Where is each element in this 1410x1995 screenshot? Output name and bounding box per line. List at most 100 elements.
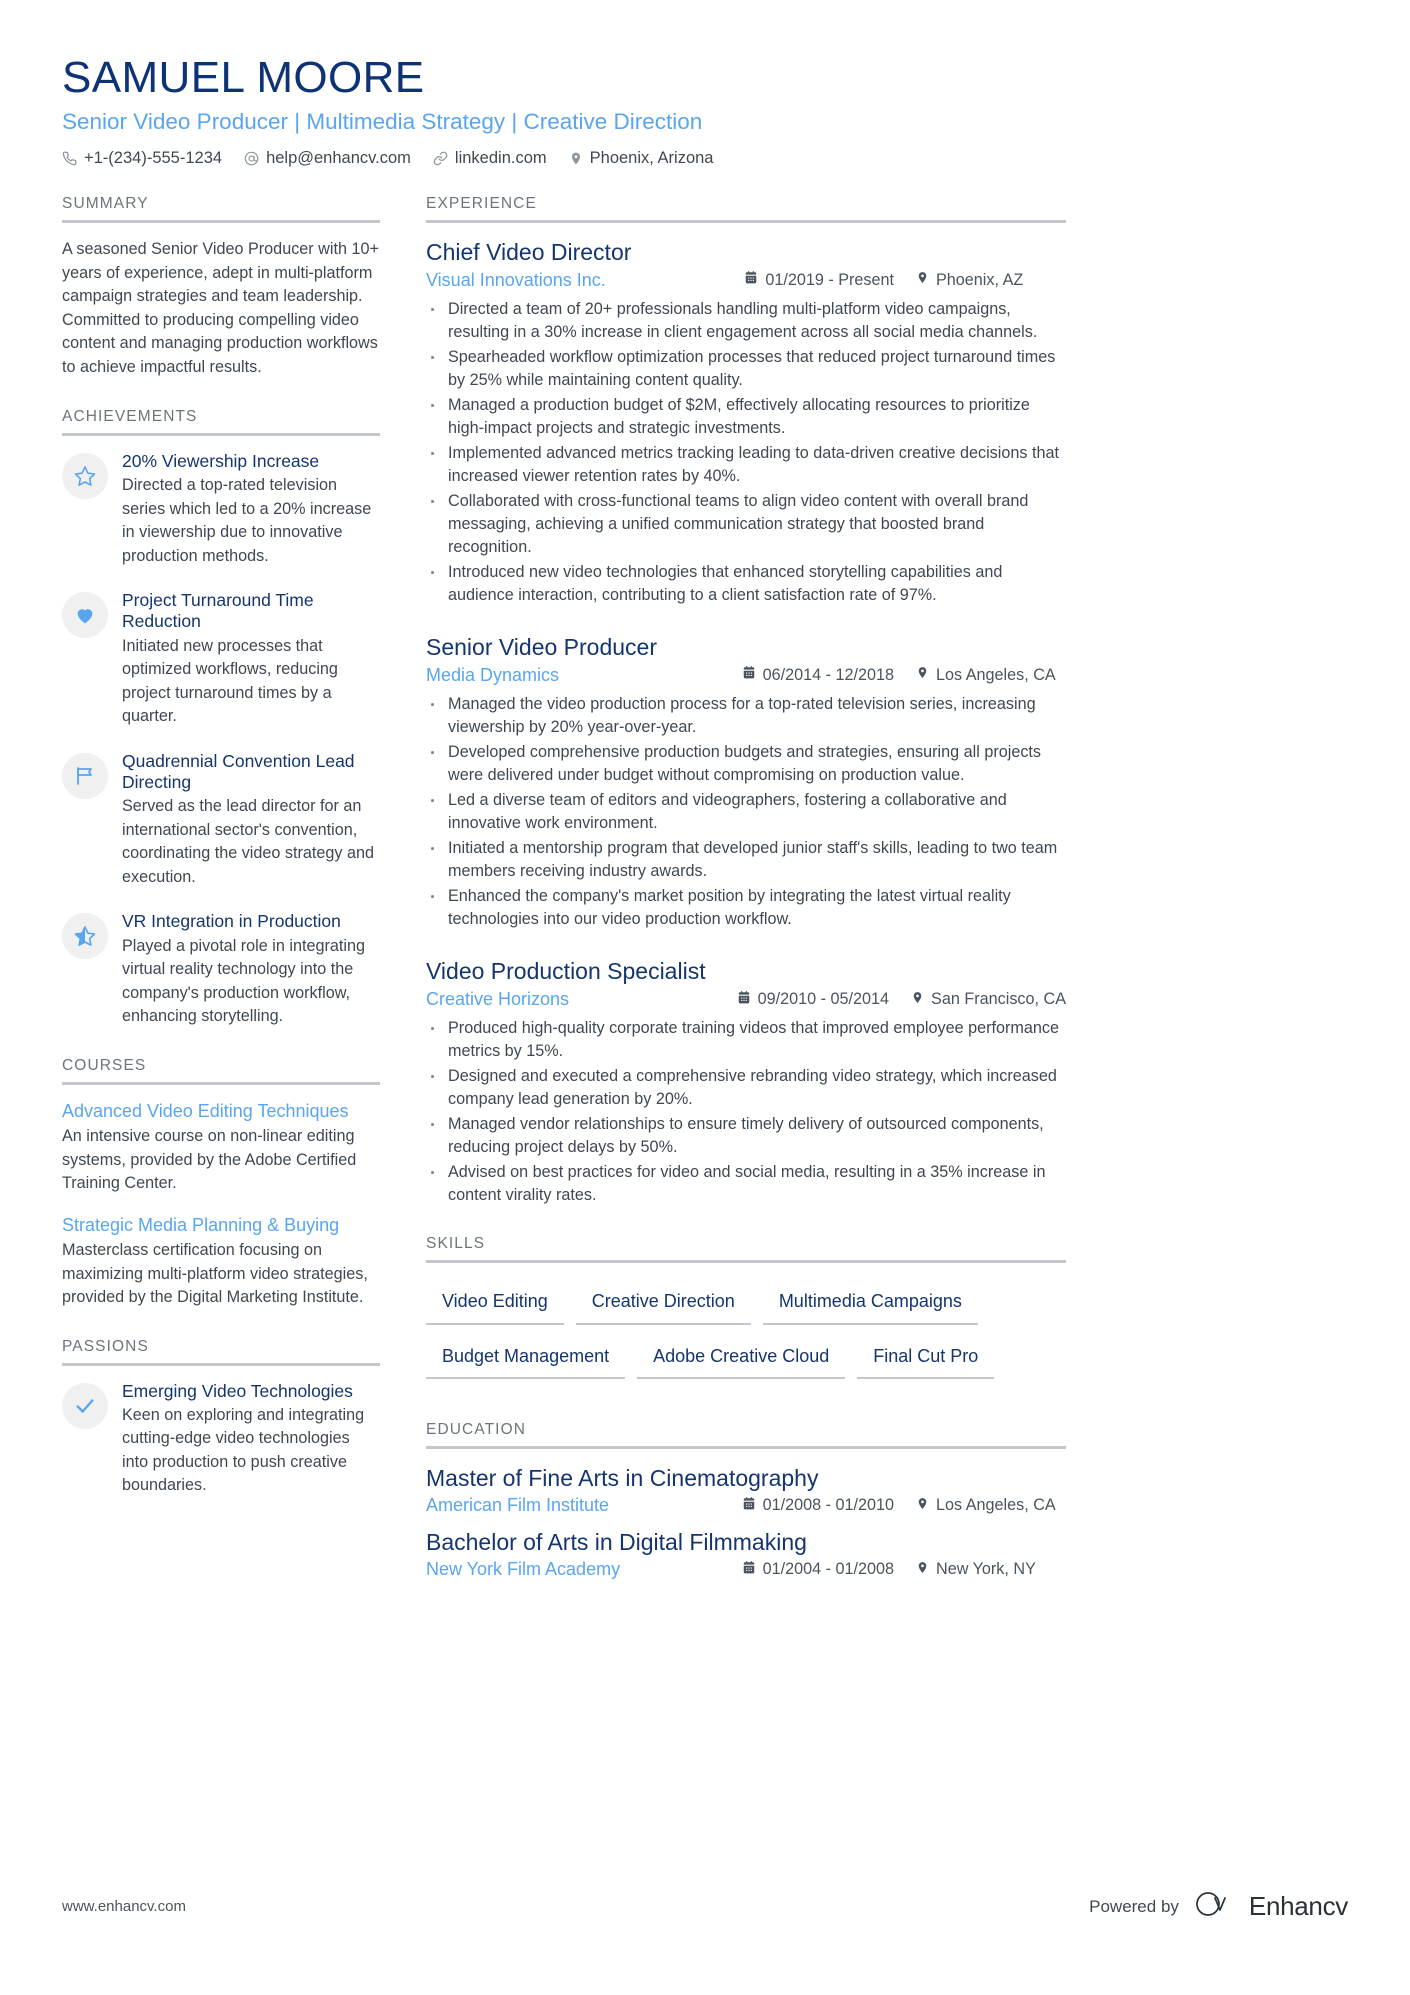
calendar-icon xyxy=(742,1496,756,1516)
experience-meta: Media Dynamics 06/2014 - 12/2018 Los Ang… xyxy=(426,664,1066,687)
achievement-item: Quadrennial Convention Lead Directing Se… xyxy=(62,751,380,890)
section-summary: SUMMARY A seasoned Senior Video Producer… xyxy=(62,195,380,380)
experience-location: Phoenix, AZ xyxy=(916,270,1066,290)
education-item: Bachelor of Arts in Digital Filmmaking N… xyxy=(426,1528,1066,1580)
link-icon xyxy=(433,151,448,166)
section-heading-experience: EXPERIENCE xyxy=(426,195,1066,223)
skill-tag: Budget Management xyxy=(426,1339,626,1380)
achievement-title: Project Turnaround Time Reduction xyxy=(122,590,314,632)
achievement-item: VR Integration in Production Played a pi… xyxy=(62,911,380,1028)
experience-dates-text: 01/2019 - Present xyxy=(765,270,894,289)
education-dates-text: 01/2004 - 01/2008 xyxy=(762,1560,894,1579)
experience-bullet: Enhanced the company's market position b… xyxy=(426,885,1066,931)
course-desc: An intensive course on non-linear editin… xyxy=(62,1127,357,1193)
location-pin-icon xyxy=(916,1560,929,1580)
professional-headline: Senior Video Producer | Multimedia Strat… xyxy=(62,108,703,134)
experience-location-text: Phoenix, AZ xyxy=(936,270,1024,289)
flag-icon xyxy=(62,752,108,799)
experience-item: Chief Video Director Visual Innovations … xyxy=(426,238,1066,607)
education-dates-text: 01/2008 - 01/2010 xyxy=(762,1496,894,1515)
experience-bullet: Initiated a mentorship program that deve… xyxy=(426,837,1066,883)
section-passions: PASSIONS Emerging Video Technologies Kee… xyxy=(62,1338,380,1498)
experience-bullet: Designed and executed a comprehensive re… xyxy=(426,1065,1066,1111)
calendar-icon xyxy=(737,990,751,1010)
section-heading-achievements: ACHIEVEMENTS xyxy=(62,408,380,436)
experience-item: Video Production Specialist Creative Hor… xyxy=(426,957,1066,1207)
email-icon xyxy=(244,151,259,166)
experience-meta: Visual Innovations Inc. 01/2019 - Presen… xyxy=(426,269,1066,292)
experience-bullet: Managed a production budget of $2M, effe… xyxy=(426,394,1066,440)
experience-bullet: Implemented advanced metrics tracking le… xyxy=(426,442,1066,488)
section-courses: COURSES Advanced Video Editing Technique… xyxy=(62,1057,380,1310)
contact-email[interactable]: help@enhancv.com xyxy=(244,149,411,169)
footer-url[interactable]: www.enhancv.com xyxy=(62,1898,186,1915)
achievement-title: VR Integration in Production xyxy=(122,911,341,932)
experience-location: Los Angeles, CA xyxy=(916,665,1066,685)
section-skills: SKILLS Video Editing Creative Direction … xyxy=(426,1235,1066,1393)
resume-page: SAMUEL MOORE Senior Video Producer | Mul… xyxy=(0,0,1410,1995)
education-location: Los Angeles, CA xyxy=(916,1496,1066,1516)
section-education: EDUCATION Master of Fine Arts in Cinemat… xyxy=(426,1421,1066,1580)
experience-bullet: Managed vendor relationships to ensure t… xyxy=(426,1113,1066,1159)
course-desc: Masterclass certification focusing on ma… xyxy=(62,1241,368,1307)
calendar-icon xyxy=(744,270,758,290)
education-school: American Film Institute xyxy=(426,1495,610,1516)
location-pin-icon xyxy=(916,1496,929,1516)
experience-bullet: Directed a team of 20+ professionals han… xyxy=(426,298,1066,344)
location-pin-icon xyxy=(911,990,924,1010)
experience-location-text: Los Angeles, CA xyxy=(936,665,1056,684)
experience-bullet: Managed the video production process for… xyxy=(426,693,1066,739)
education-item: Master of Fine Arts in Cinematography Am… xyxy=(426,1464,1066,1516)
experience-role: Chief Video Director xyxy=(426,238,632,265)
resume-footer: www.enhancv.com Powered by Enhancv xyxy=(62,1890,1348,1923)
location-pin-icon xyxy=(569,151,583,166)
experience-bullet: Collaborated with cross-functional teams… xyxy=(426,490,1066,559)
experience-bullets: Managed the video production process for… xyxy=(426,693,1066,931)
education-meta: New York Film Academy 01/2004 - 01/2008 xyxy=(426,1559,1066,1580)
experience-bullets: Produced high-quality corporate training… xyxy=(426,1017,1066,1207)
brand-name: Enhancv xyxy=(1248,1891,1348,1921)
contact-phone[interactable]: +1-(234)-555-1234 xyxy=(62,149,222,169)
skills-list: Video Editing Creative Direction Multime… xyxy=(426,1278,1066,1393)
experience-bullet: Led a diverse team of editors and videog… xyxy=(426,789,1066,835)
section-heading-passions: PASSIONS xyxy=(62,1338,380,1366)
enhancv-logo-icon xyxy=(1193,1890,1235,1923)
experience-location-text: San Francisco, CA xyxy=(931,990,1066,1009)
education-school: New York Film Academy xyxy=(426,1559,621,1580)
footer-branding: Powered by Enhancv xyxy=(1089,1890,1348,1923)
location-pin-icon xyxy=(916,270,929,290)
achievement-title: 20% Viewership Increase xyxy=(122,450,320,471)
contact-linkedin-text: linkedin.com xyxy=(454,149,547,168)
calendar-icon xyxy=(742,665,756,685)
skill-tag: Multimedia Campaigns xyxy=(762,1284,978,1325)
education-location-text: Los Angeles, CA xyxy=(936,1496,1056,1515)
education-location: New York, NY xyxy=(916,1560,1066,1580)
education-dates: 01/2004 - 01/2008 xyxy=(742,1560,894,1580)
star-outline-icon xyxy=(62,452,108,499)
achievement-item: Project Turnaround Time Reduction Initia… xyxy=(62,590,380,729)
experience-dates: 06/2014 - 12/2018 xyxy=(742,665,894,685)
experience-dates: 09/2010 - 05/2014 xyxy=(737,990,889,1010)
experience-item: Senior Video Producer Media Dynamics 06/… xyxy=(426,633,1066,931)
course-item: Strategic Media Planning & Buying Master… xyxy=(62,1214,380,1310)
resume-header: SAMUEL MOORE Senior Video Producer | Mul… xyxy=(62,54,1348,169)
contact-linkedin[interactable]: linkedin.com xyxy=(433,149,547,169)
passion-item: Emerging Video Technologies Keen on expl… xyxy=(62,1381,380,1498)
contact-phone-text: +1-(234)-555-1234 xyxy=(84,149,223,168)
education-location-text: New York, NY xyxy=(936,1560,1036,1579)
skill-tag: Adobe Creative Cloud xyxy=(637,1339,846,1380)
section-heading-summary: SUMMARY xyxy=(62,195,380,223)
experience-bullet: Introduced new video technologies that e… xyxy=(426,561,1066,607)
achievement-desc: Played a pivotal role in integrating vir… xyxy=(122,936,365,1026)
experience-bullet: Advised on best practices for video and … xyxy=(426,1161,1066,1207)
location-pin-icon xyxy=(916,665,929,685)
contact-email-text: help@enhancv.com xyxy=(266,149,411,168)
experience-company: Media Dynamics xyxy=(426,664,560,685)
experience-company: Visual Innovations Inc. xyxy=(426,269,606,290)
experience-dates-text: 09/2010 - 05/2014 xyxy=(757,990,890,1009)
passion-title: Emerging Video Technologies xyxy=(122,1380,353,1401)
experience-bullet: Spearheaded workflow optimization proces… xyxy=(426,346,1066,392)
skill-tag: Creative Direction xyxy=(575,1284,751,1325)
experience-meta: Creative Horizons 09/2010 - 05/2014 San … xyxy=(426,988,1066,1011)
achievement-desc: Served as the lead director for an inter… xyxy=(122,797,374,886)
